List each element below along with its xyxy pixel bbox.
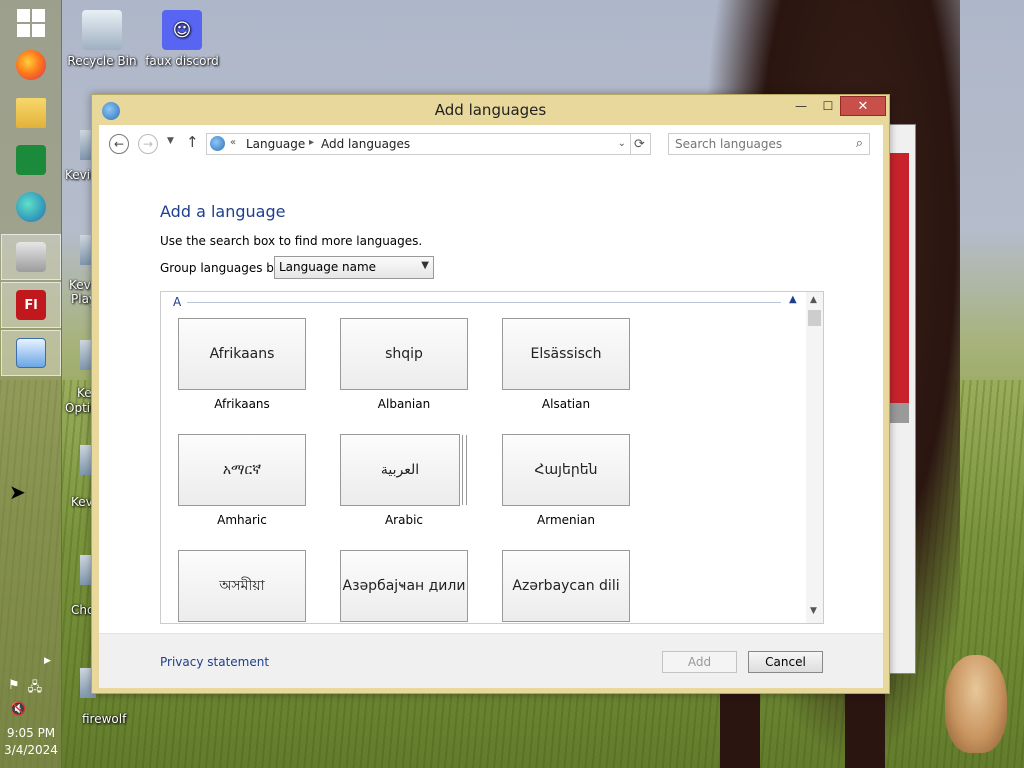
up-button[interactable]: ↑ — [186, 133, 199, 151]
desktop-icon-label: faux discord — [145, 54, 219, 68]
add-button[interactable]: Add — [662, 651, 737, 673]
breadcrumb-chevron-icon[interactable]: ▸ — [309, 137, 314, 148]
tray-expand-icon[interactable]: ▶ — [44, 656, 51, 666]
language-list[interactable]: A ▲ Afrikaans Afrikaans shqip Albanian E… — [160, 291, 824, 624]
disk-icon — [16, 242, 46, 272]
desktop-icon-label-partial[interactable]: Ke — [77, 386, 92, 400]
tray-icons: ⚑ 🖧 — [8, 678, 42, 700]
language-tile-afrikaans[interactable]: Afrikaans — [178, 318, 306, 390]
close-button[interactable]: ✕ — [840, 96, 886, 116]
search-icon[interactable]: ⌕ — [856, 136, 863, 151]
file-explorer-icon — [16, 98, 46, 128]
dialog-footer: Privacy statement Add Cancel — [99, 633, 883, 688]
window-title: Add languages — [434, 101, 547, 119]
section-header-letter: A — [173, 295, 182, 309]
group-by-value: Language name — [279, 260, 377, 274]
back-button[interactable]: ← — [109, 134, 129, 154]
desktop-icon-faux-discord[interactable]: ☺ faux discord — [142, 10, 222, 68]
desktop-hamster-mascot — [945, 655, 1007, 753]
volume-muted-icon[interactable]: 🔇 — [10, 702, 26, 717]
cancel-button[interactable]: Cancel — [748, 651, 823, 673]
taskbar-control-panel[interactable] — [1, 330, 61, 376]
desktop-icon-label: Recycle Bin — [67, 54, 137, 68]
control-panel-icon — [16, 338, 46, 368]
section-divider — [187, 302, 781, 303]
language-tile-azerbaijani-latin[interactable]: Azərbaycan dili — [502, 550, 630, 622]
search-box[interactable]: ⌕ — [668, 133, 870, 155]
forward-button[interactable]: → — [138, 134, 158, 154]
clock-date[interactable]: 3/4/2024 — [0, 743, 62, 757]
address-toolbar: ← → ▼ ↑ « Language ▸ Add languages ⌄ ⟳ ⌕ — [99, 125, 883, 163]
desktop-icon-recycle-bin[interactable]: Recycle Bin — [62, 10, 142, 68]
taskbar-browser[interactable] — [1, 184, 61, 230]
group-by-label: Group languages by: — [160, 261, 285, 275]
language-tile-arabic[interactable]: العربية — [340, 434, 460, 506]
mouse-cursor-icon: ➤ — [9, 480, 26, 504]
scroll-up-icon[interactable]: ▲ — [810, 295, 817, 305]
desktop-icon-label-firewolf[interactable]: firewolf — [82, 712, 126, 726]
language-caption: Arabic — [384, 513, 424, 527]
taskbar-flash-app[interactable]: Fl — [1, 282, 61, 328]
group-by-select[interactable]: Language name ▼ — [274, 256, 434, 279]
language-caption: Albanian — [377, 397, 431, 411]
firefox-icon — [16, 50, 46, 80]
breadcrumb-overflow[interactable]: « — [230, 137, 236, 148]
language-tile-amharic[interactable]: አማርኛ — [178, 434, 306, 506]
language-caption: Armenian — [537, 513, 595, 527]
windows-logo-icon — [17, 9, 45, 37]
address-dropdown-icon[interactable]: ⌄ — [618, 138, 626, 149]
wallpaper-horse-leg — [720, 690, 760, 768]
breadcrumb-add-languages[interactable]: Add languages — [321, 137, 410, 151]
maximize-button[interactable]: ☐ — [814, 96, 842, 116]
taskbar-disk-app[interactable] — [1, 234, 61, 280]
control-panel-globe-icon — [210, 136, 225, 151]
language-tile-assamese[interactable]: অসমীয়া — [178, 550, 306, 622]
taskbar-file-explorer[interactable] — [1, 90, 61, 136]
language-caption: Alsatian — [541, 397, 591, 411]
taskbar-store[interactable] — [1, 137, 61, 183]
collapse-section-icon[interactable]: ▲ — [789, 294, 797, 305]
network-icon[interactable]: 🖧 — [28, 678, 43, 700]
flash-icon: Fl — [16, 290, 46, 320]
recycle-bin-icon — [82, 10, 122, 50]
vertical-scrollbar[interactable]: ▲ ▼ — [806, 292, 823, 623]
taskbar: Fl ▶ ⚑ 🖧 🔇 9:05 PM 3/4/2024 — [0, 0, 62, 768]
language-tile-alsatian[interactable]: Elsässisch — [502, 318, 630, 390]
address-bar[interactable]: « Language ▸ Add languages ⌄ — [206, 133, 631, 155]
minimize-button[interactable]: — — [787, 96, 815, 116]
chevron-down-icon: ▼ — [421, 260, 429, 271]
scrollbar-thumb[interactable] — [808, 310, 821, 326]
language-tile-azerbaijani-cyrillic[interactable]: Азәрбајҹан дили — [340, 550, 468, 622]
browser-icon — [16, 192, 46, 222]
recent-locations-dropdown[interactable]: ▼ — [167, 136, 174, 146]
flag-icon[interactable]: ⚑ — [8, 678, 20, 700]
scroll-down-icon[interactable]: ▼ — [810, 606, 817, 616]
discord-icon: ☺ — [162, 10, 202, 50]
clock-time[interactable]: 9:05 PM — [0, 726, 62, 740]
start-button[interactable] — [1, 0, 61, 46]
taskbar-firefox[interactable] — [1, 42, 61, 88]
add-languages-window: Add languages — ☐ ✕ ← → ▼ ↑ « Language ▸… — [91, 94, 890, 694]
language-caption: Amharic — [217, 513, 267, 527]
title-bar[interactable]: Add languages — ☐ ✕ — [92, 95, 889, 125]
search-input[interactable] — [669, 134, 849, 154]
page-title: Add a language — [160, 202, 286, 221]
instruction-text: Use the search box to find more language… — [160, 234, 423, 248]
breadcrumb-language[interactable]: Language — [246, 137, 305, 151]
language-tile-armenian[interactable]: Հայերեն — [502, 434, 630, 506]
refresh-button[interactable]: ⟳ — [629, 133, 651, 155]
window-client-area: ← → ▼ ↑ « Language ▸ Add languages ⌄ ⟳ ⌕… — [99, 125, 883, 688]
store-icon — [16, 145, 46, 175]
language-tile-albanian[interactable]: shqip — [340, 318, 468, 390]
language-caption: Afrikaans — [214, 397, 270, 411]
privacy-statement-link[interactable]: Privacy statement — [160, 655, 269, 669]
wallpaper-horse-leg — [845, 690, 885, 768]
